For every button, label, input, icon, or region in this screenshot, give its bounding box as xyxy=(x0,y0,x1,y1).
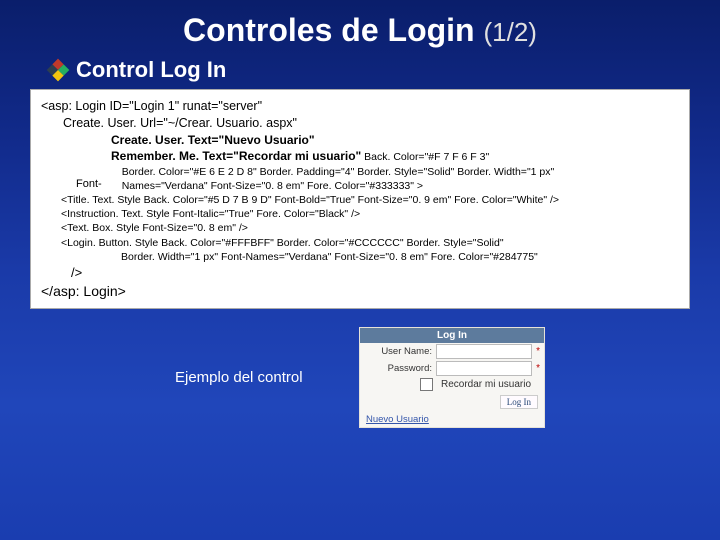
code-panel: <asp: Login ID="Login 1" runat="server" … xyxy=(30,89,690,309)
required-star-icon: * xyxy=(536,346,540,357)
slide-title: Controles de Login (1/2) xyxy=(0,0,720,49)
code-sub4b: Border. Width="1 px" Font-Names="Verdana… xyxy=(61,250,679,264)
code-line-border: Border. Color="#E 6 E 2 D 8" Border. Pad… xyxy=(122,165,555,179)
code-close-tag: /> xyxy=(41,264,679,282)
code-line-remember-strong: Remember. Me. Text="Recordar mi usuario" xyxy=(111,149,361,163)
remember-row: Recordar mi usuario xyxy=(360,377,544,392)
username-field[interactable] xyxy=(436,344,532,359)
code-sub1: <Title. Text. Style Back. Color="#5 D 7 … xyxy=(61,193,679,207)
caption-row: Ejemplo del control Log In User Name: * … xyxy=(0,327,720,428)
code-line-names: Names="Verdana" Font-Size="0. 8 em" Fore… xyxy=(122,179,555,193)
code-line-remember-rest: Back. Color="#F 7 F 6 F 3" xyxy=(361,151,489,163)
section-heading-row: Control Log In xyxy=(50,57,720,83)
diamond-bullet-icon xyxy=(47,59,70,82)
remember-label: Recordar mi usuario xyxy=(441,379,531,390)
section-heading: Control Log In xyxy=(76,57,226,83)
login-widget: Log In User Name: * Password: * Recordar… xyxy=(359,327,545,428)
code-line-createurl: Create. User. Url="~/Crear. Usuario. asp… xyxy=(41,115,679,132)
code-close-login: </asp: Login> xyxy=(41,282,679,301)
login-button[interactable]: Log In xyxy=(500,395,538,409)
example-caption: Ejemplo del control xyxy=(175,369,335,386)
username-label: User Name: xyxy=(364,346,432,357)
code-subblock: <Title. Text. Style Back. Color="#5 D 7 … xyxy=(41,193,679,264)
code-line-createtext: Create. User. Text="Nuevo Usuario" xyxy=(41,132,679,148)
required-star-icon: * xyxy=(536,363,540,374)
code-font-block: Font- Border. Color="#E 6 E 2 D 8" Borde… xyxy=(41,165,679,193)
remember-checkbox[interactable] xyxy=(420,378,433,391)
slide-title-fraction: (1/2) xyxy=(483,17,536,47)
password-row: Password: * xyxy=(360,360,544,377)
code-sub2: <Instruction. Text. Style Font-Italic="T… xyxy=(61,207,679,221)
slide-title-main: Controles de Login xyxy=(183,12,475,48)
code-sub4a: <Login. Button. Style Back. Color="#FFFB… xyxy=(61,236,679,250)
create-user-link[interactable]: Nuevo Usuario xyxy=(360,412,544,427)
password-field[interactable] xyxy=(436,361,532,376)
code-line-open: <asp: Login ID="Login 1" runat="server" xyxy=(41,98,679,115)
code-font-label: Font- xyxy=(76,165,102,193)
button-row: Log In xyxy=(360,392,544,412)
code-sub3: <Text. Box. Style Font-Size="0. 8 em" /> xyxy=(61,221,679,235)
code-line-remember: Remember. Me. Text="Recordar mi usuario"… xyxy=(41,148,679,165)
login-title-bar: Log In xyxy=(360,328,544,343)
username-row: User Name: * xyxy=(360,343,544,360)
password-label: Password: xyxy=(364,363,432,374)
